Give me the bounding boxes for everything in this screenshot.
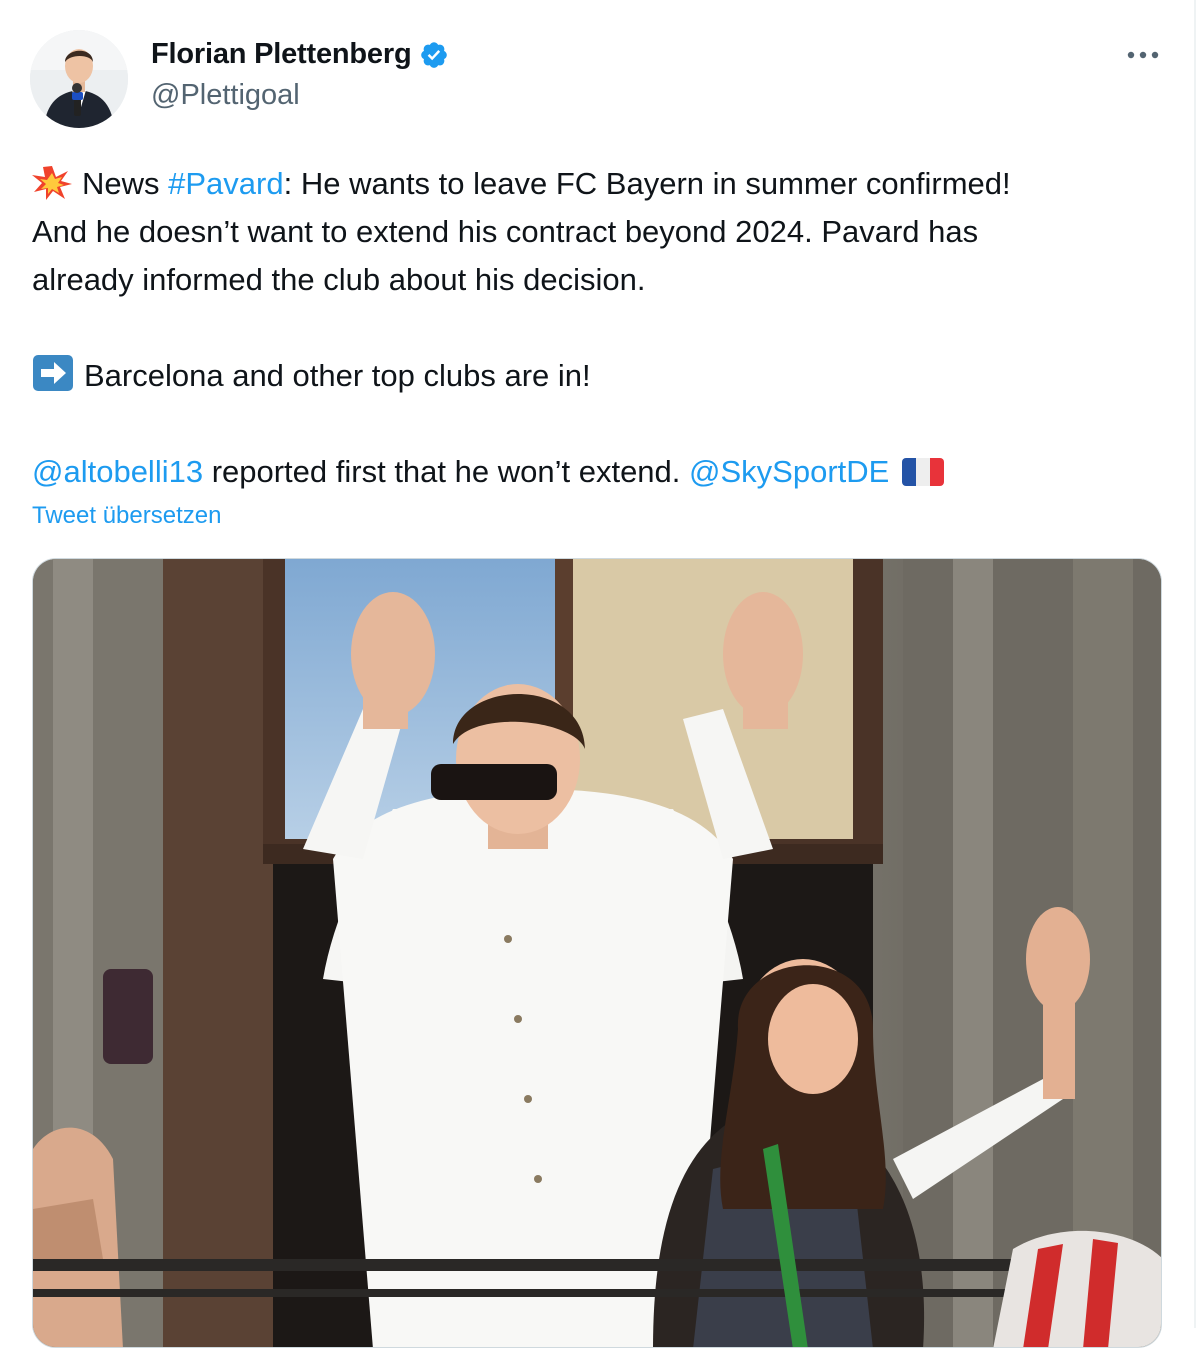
tweet-line-5-middle: reported first that he won’t extend. [203,454,690,489]
right-arrow-emoji [33,355,73,391]
tweet-line-1-rest: : He wants to leave FC Bayern in summer … [283,166,1011,201]
avatar-photo [30,30,128,128]
tweet-line-4-text: Barcelona and other top clubs are in! [84,358,591,393]
tweet-line-4: Barcelona and other top clubs are in! [32,352,1162,400]
author-handle[interactable]: @Plettigoal [151,79,300,112]
mention-altobelli13[interactable]: @altobelli13 [32,454,203,489]
tweet-line-3: already informed the club about his deci… [32,262,646,297]
tweet-text: News #Pavard: He wants to leave FC Bayer… [32,160,1162,496]
tweet-media[interactable] [32,558,1162,1348]
author-name-row[interactable]: Florian Plettenberg [151,38,449,71]
mention-skysportde[interactable]: @SkySportDE [689,454,889,489]
collision-emoji [32,166,72,200]
news-word: News [82,166,160,201]
flag-france-emoji [901,458,944,486]
tweet-line-5: @altobelli13 reported first that he won’… [32,448,1162,496]
tweet-blank-line-2 [32,400,1162,448]
verified-badge-icon [421,41,448,68]
translate-tweet-link[interactable]: Tweet übersetzen [32,502,221,530]
author-display-name[interactable]: Florian Plettenberg [151,38,412,71]
author-avatar[interactable] [30,30,128,128]
more-horizontal-icon [1127,51,1159,59]
more-options-button[interactable] [1120,40,1166,70]
hashtag-pavard[interactable]: #Pavard [168,166,283,201]
tweet-line-2: And he doesn’t want to extend his contra… [32,214,979,249]
tweet-line-1: News #Pavard: He wants to leave FC Bayer… [32,160,1162,208]
tweet-photo [33,559,1161,1347]
